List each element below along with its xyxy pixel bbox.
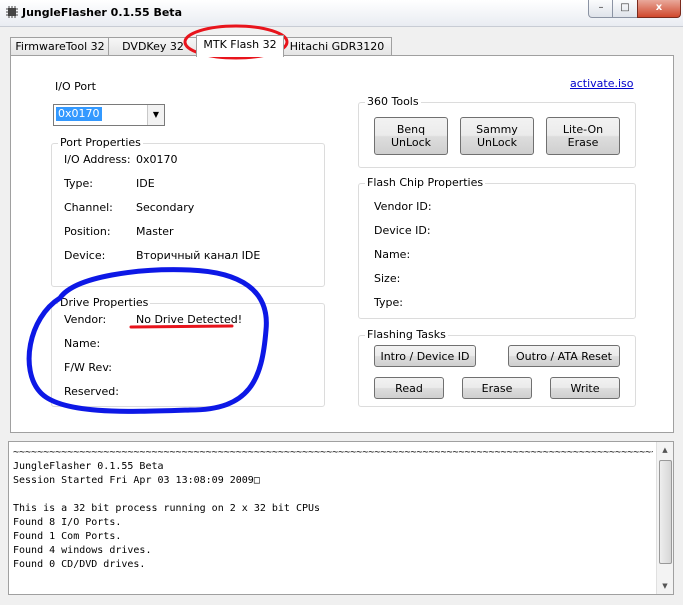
scroll-thumb[interactable] xyxy=(659,460,672,564)
port-properties-title: Port Properties xyxy=(58,136,143,149)
drive-properties-group: Drive Properties Vendor: No Drive Detect… xyxy=(51,296,325,407)
read-button[interactable]: Read xyxy=(374,377,444,399)
io-port-value: 0x0170 xyxy=(56,107,102,121)
benq-unlock-button[interactable]: Benq UnLock xyxy=(374,117,448,155)
intro-device-id-button[interactable]: Intro / Device ID xyxy=(374,345,476,367)
tools-360-title: 360 Tools xyxy=(365,95,421,108)
reserved-label: Reserved: xyxy=(64,385,119,398)
chip-type-label: Type: xyxy=(374,296,403,309)
io-address-value: 0x0170 xyxy=(136,153,178,166)
flashing-tasks-title: Flashing Tasks xyxy=(365,328,448,341)
tab-firmwaretool[interactable]: FirmwareTool 32 xyxy=(10,37,110,56)
channel-value: Secondary xyxy=(136,201,195,214)
chip-icon xyxy=(6,6,18,18)
chip-name-label: Name: xyxy=(374,248,411,261)
flash-chip-group: Flash Chip Properties Vendor ID: Device … xyxy=(358,176,636,319)
port-properties-group: Port Properties I/O Address: 0x0170 Type… xyxy=(51,136,325,287)
log-text: ~~~~~~~~~~~~~~~~~~~~~~~~~~~~~~~~~~~~~~~~… xyxy=(13,447,653,570)
tab-hitachi[interactable]: Hitachi GDR3120 xyxy=(282,37,392,56)
title-bar[interactable]: JungleFlasher 0.1.55 Beta – □ x xyxy=(0,0,683,27)
position-value: Master xyxy=(136,225,174,238)
io-port-label: I/O Port xyxy=(55,80,96,93)
device-value: Вторичный канал IDE xyxy=(136,249,261,262)
type-label: Type: xyxy=(64,177,93,190)
type-value: IDE xyxy=(136,177,155,190)
write-button[interactable]: Write xyxy=(550,377,620,399)
flash-chip-title: Flash Chip Properties xyxy=(365,176,486,189)
tools-360-group: 360 Tools Benq UnLock Sammy UnLock Lite-… xyxy=(358,95,636,168)
maximize-button[interactable]: □ xyxy=(612,0,638,18)
activate-iso-link[interactable]: activate.iso xyxy=(570,77,634,90)
window-title: JungleFlasher 0.1.55 Beta xyxy=(22,6,182,19)
channel-label: Channel: xyxy=(64,201,113,214)
outro-ata-reset-button[interactable]: Outro / ATA Reset xyxy=(508,345,620,367)
name-label: Name: xyxy=(64,337,101,350)
lite-on-erase-button[interactable]: Lite-On Erase xyxy=(546,117,620,155)
log-output[interactable]: ~~~~~~~~~~~~~~~~~~~~~~~~~~~~~~~~~~~~~~~~… xyxy=(8,441,674,595)
minimize-button[interactable]: – xyxy=(588,0,614,18)
vendor-label: Vendor: xyxy=(64,313,107,326)
mtk-flash-panel: I/O Port 0x0170 ▼ activate.iso Port Prop… xyxy=(10,55,674,433)
vendor-value: No Drive Detected! xyxy=(136,313,243,326)
io-address-label: I/O Address: xyxy=(64,153,131,166)
scroll-up-icon[interactable]: ▲ xyxy=(657,442,673,458)
io-port-select[interactable]: 0x0170 ▼ xyxy=(53,104,165,126)
close-button[interactable]: x xyxy=(637,0,681,18)
tab-dvdkey[interactable]: DVDKey 32 xyxy=(108,37,198,56)
chevron-down-icon[interactable]: ▼ xyxy=(147,105,164,125)
erase-button[interactable]: Erase xyxy=(462,377,532,399)
vendor-id-label: Vendor ID: xyxy=(374,200,432,213)
device-label: Device: xyxy=(64,249,106,262)
tab-mtk-flash[interactable]: MTK Flash 32 xyxy=(196,35,284,57)
log-scrollbar[interactable]: ▲ ▼ xyxy=(656,442,673,594)
sammy-unlock-button[interactable]: Sammy UnLock xyxy=(460,117,534,155)
scroll-down-icon[interactable]: ▼ xyxy=(657,578,673,594)
position-label: Position: xyxy=(64,225,111,238)
device-id-label: Device ID: xyxy=(374,224,431,237)
flashing-tasks-group: Flashing Tasks Intro / Device ID Outro /… xyxy=(358,328,636,407)
chip-size-label: Size: xyxy=(374,272,401,285)
fw-rev-label: F/W Rev: xyxy=(64,361,112,374)
drive-properties-title: Drive Properties xyxy=(58,296,151,309)
